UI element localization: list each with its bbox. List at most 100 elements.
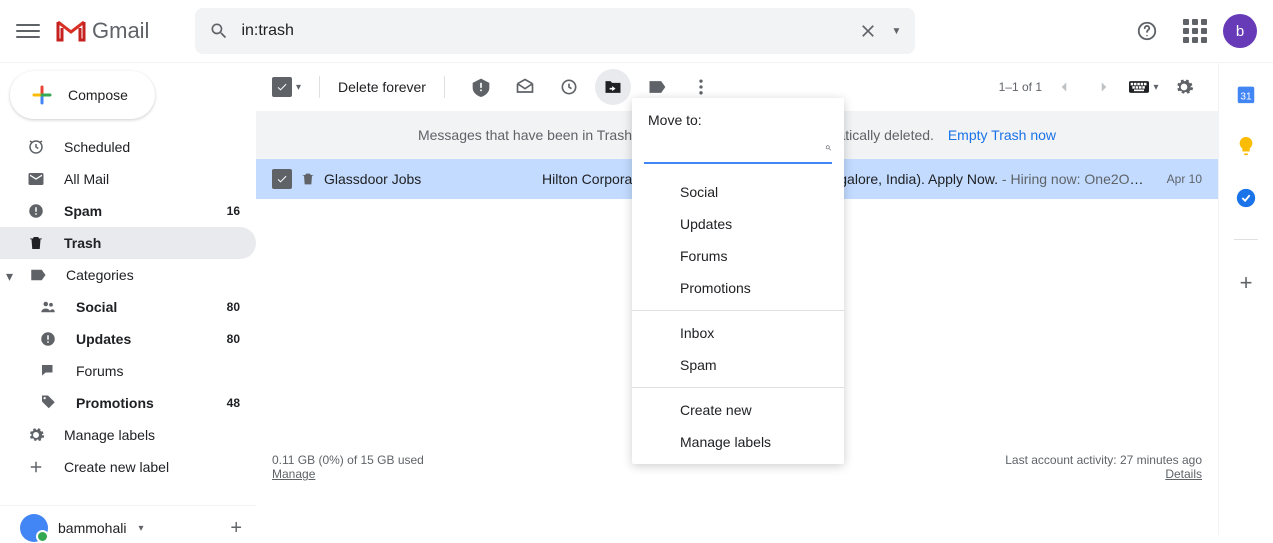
user-name: bammohali	[58, 520, 126, 536]
sidebar-item-trash[interactable]: Trash	[0, 227, 256, 259]
chevron-down-icon[interactable]: ▾	[138, 523, 143, 534]
storage-text: 0.11 GB (0%) of 15 GB used	[272, 453, 424, 467]
email-date: Apr 10	[1167, 172, 1202, 186]
plus-icon	[26, 457, 46, 477]
move-to-dropdown: Move to: Social Updates Forums Promotion…	[632, 98, 844, 464]
get-addons-icon[interactable]: +	[1240, 270, 1253, 296]
support-icon[interactable]	[1127, 11, 1167, 51]
sidebar-item-label: Social	[76, 299, 209, 315]
user-avatar-icon	[20, 514, 48, 542]
separator	[319, 76, 320, 98]
sidebar-item-count: 16	[227, 204, 240, 218]
row-checkbox[interactable]	[272, 169, 292, 189]
settings-button[interactable]	[1166, 69, 1202, 105]
plus-icon	[30, 83, 54, 107]
sidebar-item-updates[interactable]: Updates 80	[0, 323, 256, 355]
activity-text: Last account activity: 27 minutes ago	[1005, 453, 1202, 467]
tasks-addon-icon[interactable]	[1235, 187, 1257, 209]
header: Gmail ▼ b	[0, 0, 1273, 63]
svg-text:31: 31	[1240, 92, 1252, 103]
calendar-addon-icon[interactable]: 31	[1235, 83, 1257, 105]
sidebar-item-label: Scheduled	[64, 139, 240, 155]
email-sender: Glassdoor Jobs	[324, 171, 534, 187]
next-page-button[interactable]	[1086, 69, 1122, 105]
updates-icon	[38, 329, 58, 349]
sidebar-item-categories[interactable]: ▾ Categories	[0, 259, 256, 291]
sidebar-item-count: 48	[227, 396, 240, 410]
sidebar-item-label: All Mail	[64, 171, 240, 187]
sidebar-item-label: Create new label	[64, 459, 240, 475]
sidebar-create-label[interactable]: Create new label	[0, 451, 256, 483]
snooze-button[interactable]	[551, 69, 587, 105]
compose-label: Compose	[68, 87, 128, 103]
sidebar-item-label: Manage labels	[64, 427, 240, 443]
dropdown-item-updates[interactable]: Updates	[632, 208, 844, 240]
sidebar-item-all-mail[interactable]: All Mail	[0, 163, 256, 195]
dropdown-item-social[interactable]: Social	[632, 176, 844, 208]
manage-storage-link[interactable]: Manage	[272, 467, 315, 481]
dropdown-search-input[interactable]	[644, 140, 825, 156]
gmail-logo[interactable]: Gmail	[56, 18, 149, 44]
all-mail-icon	[26, 169, 46, 189]
search-icon	[209, 21, 229, 41]
search-bar[interactable]: ▼	[195, 8, 915, 54]
delete-forever-button[interactable]: Delete forever	[338, 79, 426, 95]
dropdown-item-inbox[interactable]: Inbox	[632, 317, 844, 349]
sidebar: Compose Scheduled All Mail Spam 16 Trash…	[0, 63, 256, 535]
promotions-icon	[38, 393, 58, 413]
sidebar-item-forums[interactable]: Forums	[0, 355, 256, 387]
dropdown-item-spam[interactable]: Spam	[632, 349, 844, 381]
sidebar-item-label: Spam	[64, 203, 209, 219]
sidebar-item-scheduled[interactable]: Scheduled	[0, 131, 256, 163]
hangouts-user[interactable]: bammohali ▾ +	[0, 505, 256, 542]
input-tools-button[interactable]: ▾	[1126, 69, 1162, 105]
add-contact-icon[interactable]: +	[230, 517, 242, 540]
trash-icon	[300, 171, 316, 187]
sidebar-item-label: Updates	[76, 331, 209, 347]
spam-icon	[26, 201, 46, 221]
sidebar-item-label: Forums	[76, 363, 240, 379]
report-spam-button[interactable]	[463, 69, 499, 105]
checkbox-icon	[272, 77, 292, 97]
search-icon	[825, 139, 832, 157]
sidebar-item-spam[interactable]: Spam 16	[0, 195, 256, 227]
main-menu-icon[interactable]	[16, 19, 40, 43]
trash-icon	[26, 233, 46, 253]
sidebar-item-label: Categories	[66, 267, 134, 283]
dropdown-item-forums[interactable]: Forums	[632, 240, 844, 272]
clear-search-icon[interactable]	[858, 21, 878, 41]
keep-addon-icon[interactable]	[1235, 135, 1257, 157]
dropdown-item-manage-labels[interactable]: Manage labels	[632, 426, 844, 458]
scheduled-icon	[26, 137, 46, 157]
snippet-text: - Hiring now: One2One…	[998, 171, 1147, 187]
details-link[interactable]: Details	[1165, 467, 1202, 481]
separator	[444, 76, 445, 98]
sidebar-item-count: 80	[227, 300, 240, 314]
sidebar-manage-labels[interactable]: Manage labels	[0, 419, 256, 451]
dropdown-item-promotions[interactable]: Promotions	[632, 272, 844, 304]
sidebar-item-social[interactable]: Social 80	[0, 291, 256, 323]
social-icon	[38, 297, 58, 317]
compose-button[interactable]: Compose	[10, 71, 155, 119]
gear-icon	[26, 425, 46, 445]
dropdown-search[interactable]	[644, 134, 832, 164]
sidebar-item-label: Trash	[64, 235, 240, 251]
account-avatar[interactable]: b	[1223, 14, 1257, 48]
sidebar-item-promotions[interactable]: Promotions 48	[0, 387, 256, 419]
chevron-down-icon[interactable]: ▾	[296, 82, 301, 93]
move-to-button[interactable]	[595, 69, 631, 105]
side-panel: 31 +	[1219, 63, 1273, 535]
empty-trash-link[interactable]: Empty Trash now	[948, 127, 1056, 143]
prev-page-button[interactable]	[1046, 69, 1082, 105]
sidebar-item-count: 80	[227, 332, 240, 346]
dropdown-item-create-new[interactable]: Create new	[632, 394, 844, 426]
forums-icon	[38, 361, 58, 381]
search-input[interactable]	[241, 22, 845, 40]
mark-read-button[interactable]	[507, 69, 543, 105]
envelope-m-icon	[56, 20, 86, 42]
pagination-range: 1–1 of 1	[999, 80, 1042, 94]
apps-grid-icon[interactable]	[1175, 11, 1215, 51]
select-all[interactable]: ▾	[272, 77, 301, 97]
separator	[1234, 239, 1258, 240]
search-options-icon[interactable]: ▼	[892, 26, 902, 37]
